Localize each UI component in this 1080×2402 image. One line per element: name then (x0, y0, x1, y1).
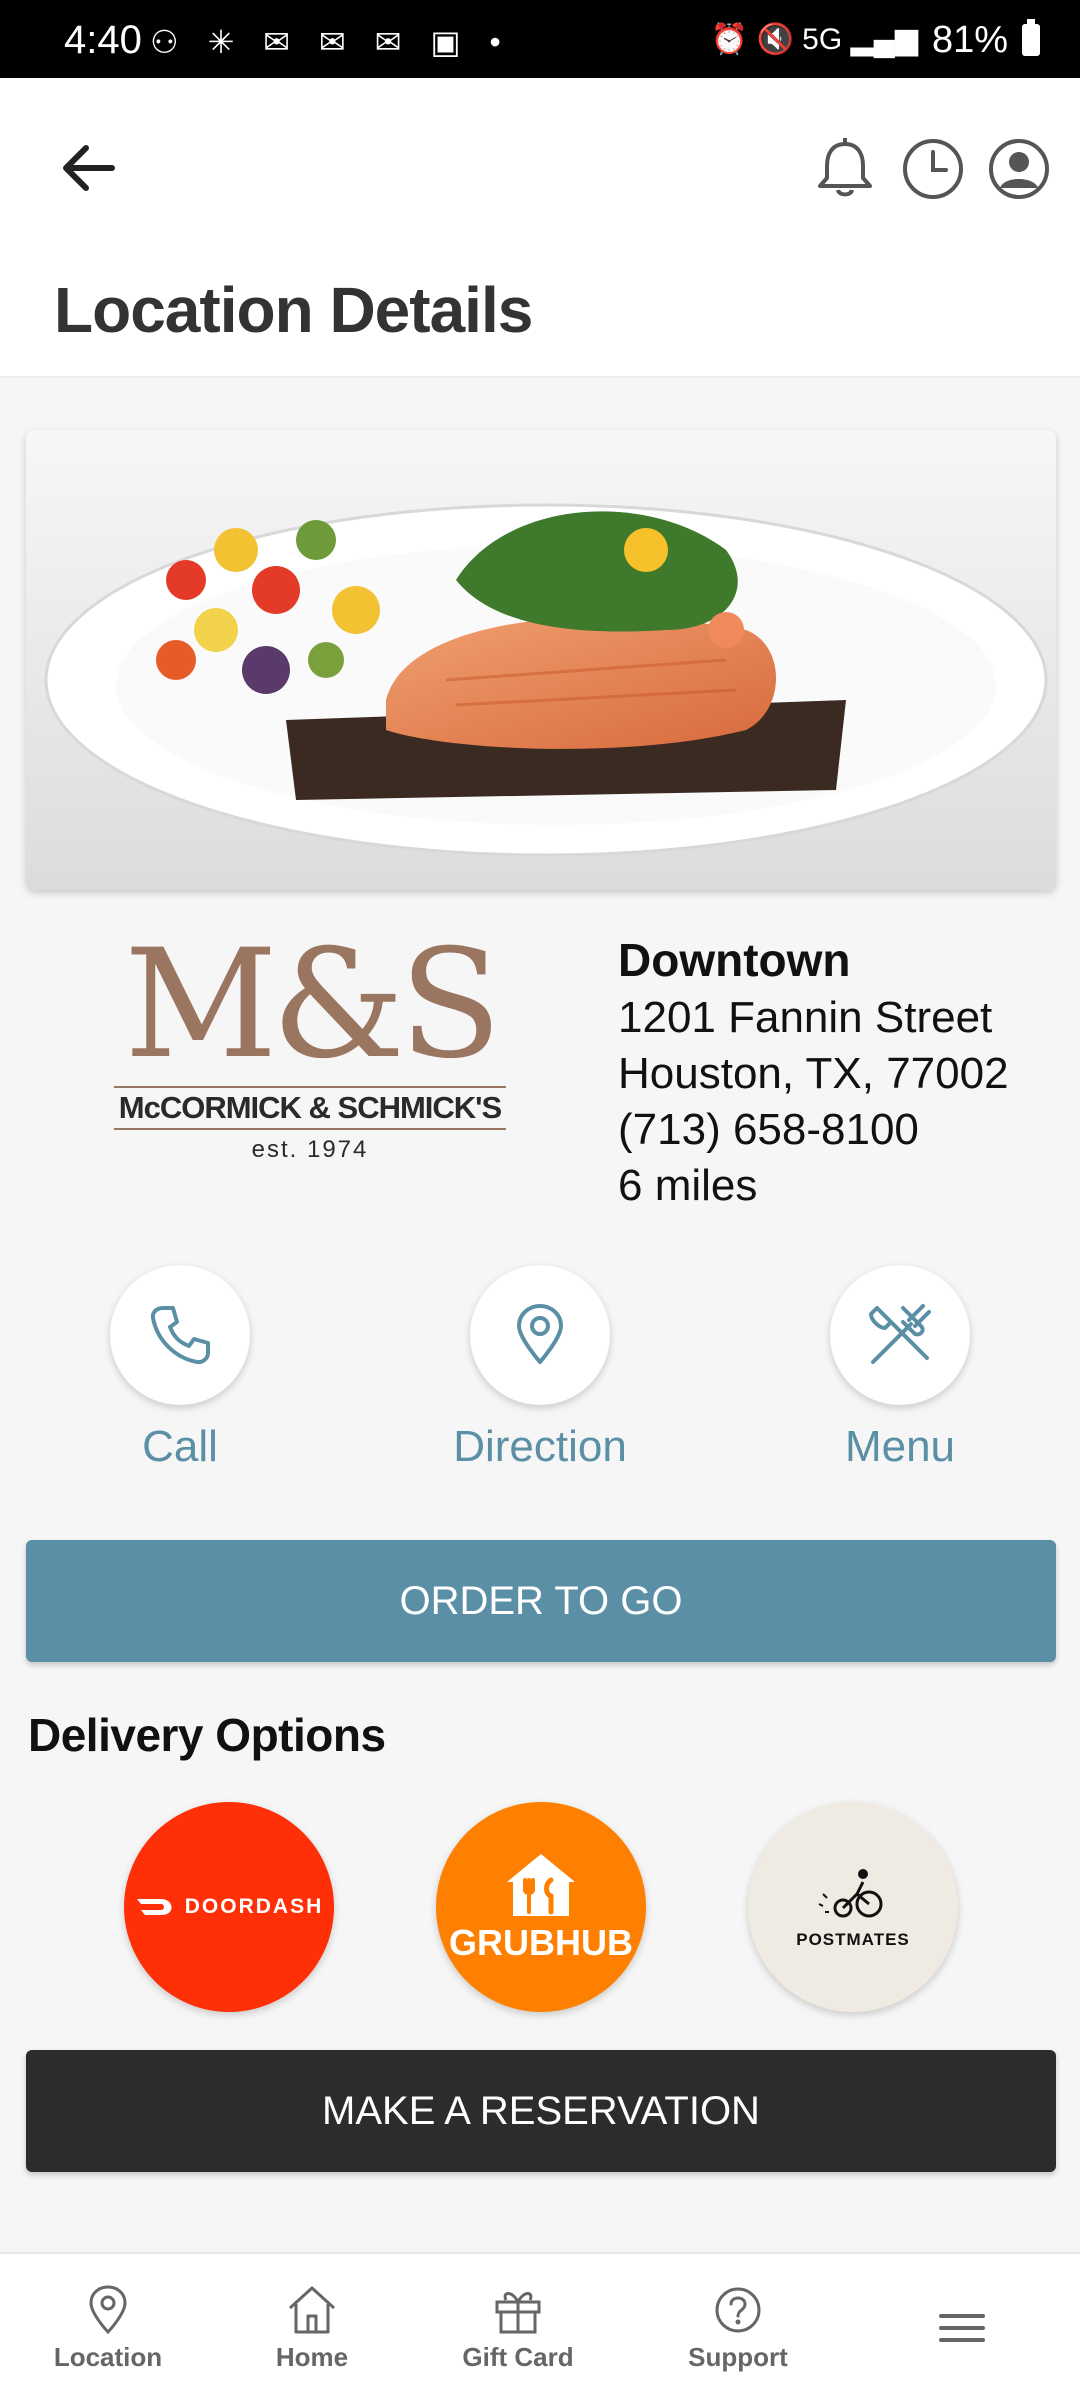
nav-home-label: Home (275, 2341, 349, 2372)
account-icon[interactable] (984, 134, 1054, 204)
notification-icons: ⚇ ✳ ✉ ✉ ✉ ▣ • (150, 24, 511, 60)
doordash-button[interactable]: DOORDASH (124, 1802, 334, 2012)
location-pin-icon (517, 1304, 563, 1364)
help-icon (715, 2287, 761, 2332)
nav-home[interactable]: Home (232, 2254, 392, 2402)
status-time: 4:40 (64, 18, 142, 62)
menu-button[interactable] (830, 1265, 970, 1405)
nav-gift-card-label: Gift Card (462, 2341, 574, 2372)
location-pin-icon (89, 2284, 127, 2334)
nav-gift-card[interactable]: Gift Card (438, 2254, 598, 2402)
postmates-label: POSTMATES (796, 1930, 910, 1949)
home-icon (288, 2286, 336, 2333)
logo-established: est. 1974 (251, 1136, 369, 1163)
system-status: ⏰ 🔇 5G ▂▄▆ 81% (711, 18, 1040, 62)
doordash-logo: DOORDASH (135, 1895, 324, 1919)
grubhub-house-icon (507, 1854, 575, 1916)
call-button[interactable] (110, 1265, 250, 1405)
battery-percent: 81% (931, 19, 1008, 61)
battery-icon (1022, 19, 1040, 56)
direction-label[interactable]: Direction (390, 1422, 690, 1472)
location-distance: 6 miles (618, 1161, 758, 1210)
nav-more-menu[interactable] (902, 2254, 1022, 2402)
delivery-options-title: Delivery Options (28, 1709, 386, 1761)
doordash-label: DOORDASH (184, 1895, 324, 1918)
phone-icon (150, 1306, 210, 1365)
doordash-icon (136, 1899, 172, 1915)
call-label[interactable]: Call (30, 1422, 330, 1472)
hamburger-menu-icon (939, 2314, 985, 2342)
back-button[interactable] (52, 128, 132, 208)
postmates-button[interactable]: POSTMATES (748, 1802, 958, 2012)
location-name: Downtown (618, 934, 851, 986)
arrow-left-icon (63, 145, 115, 191)
location-phone[interactable]: (713) 658-8100 (618, 1102, 919, 1158)
app-header: Location Details (0, 78, 1080, 378)
logo-monogram: M&S (124, 918, 502, 1092)
make-reservation-button[interactable]: MAKE A RESERVATION (26, 2050, 1056, 2172)
postmates-bike-icon (818, 1869, 883, 1918)
menu-label[interactable]: Menu (750, 1422, 1050, 1472)
gift-icon (495, 2291, 541, 2333)
location-city: Houston, TX, 77002 (618, 1049, 1009, 1098)
system-icons: ⏰ 🔇 5G ▂▄▆ (710, 23, 918, 56)
direction-button[interactable] (470, 1265, 610, 1405)
clock-icon[interactable] (898, 134, 968, 204)
nav-location[interactable]: Location (28, 2254, 188, 2402)
order-to-go-button[interactable]: ORDER TO GO (26, 1540, 1056, 1662)
page-title: Location Details (54, 274, 533, 346)
grubhub-label: GRUBHUB (449, 1922, 633, 1963)
location-street: 1201 Fannin Street (618, 993, 993, 1042)
restaurant-photo (26, 430, 1056, 890)
nav-support[interactable]: Support (658, 2254, 818, 2402)
nav-support-label: Support (688, 2341, 788, 2372)
status-bar: 4:40 ⚇ ✳ ✉ ✉ ✉ ▣ • ⏰ 🔇 5G ▂▄▆ 81% (0, 0, 1080, 78)
fork-knife-icon (869, 1304, 931, 1364)
salmon-plate-image (26, 430, 1056, 890)
bell-icon[interactable] (810, 134, 880, 204)
nav-location-label: Location (53, 2341, 163, 2372)
logo-brand-name: McCORMICK & SCHMICK'S (118, 1090, 502, 1125)
restaurant-logo: M&S McCORMICK & SCHMICK'S est. 1974 (110, 930, 510, 1190)
grubhub-button[interactable]: GRUBHUB (436, 1802, 646, 2012)
bottom-navigation: Location Home Gift Card Support (0, 2252, 1080, 2402)
